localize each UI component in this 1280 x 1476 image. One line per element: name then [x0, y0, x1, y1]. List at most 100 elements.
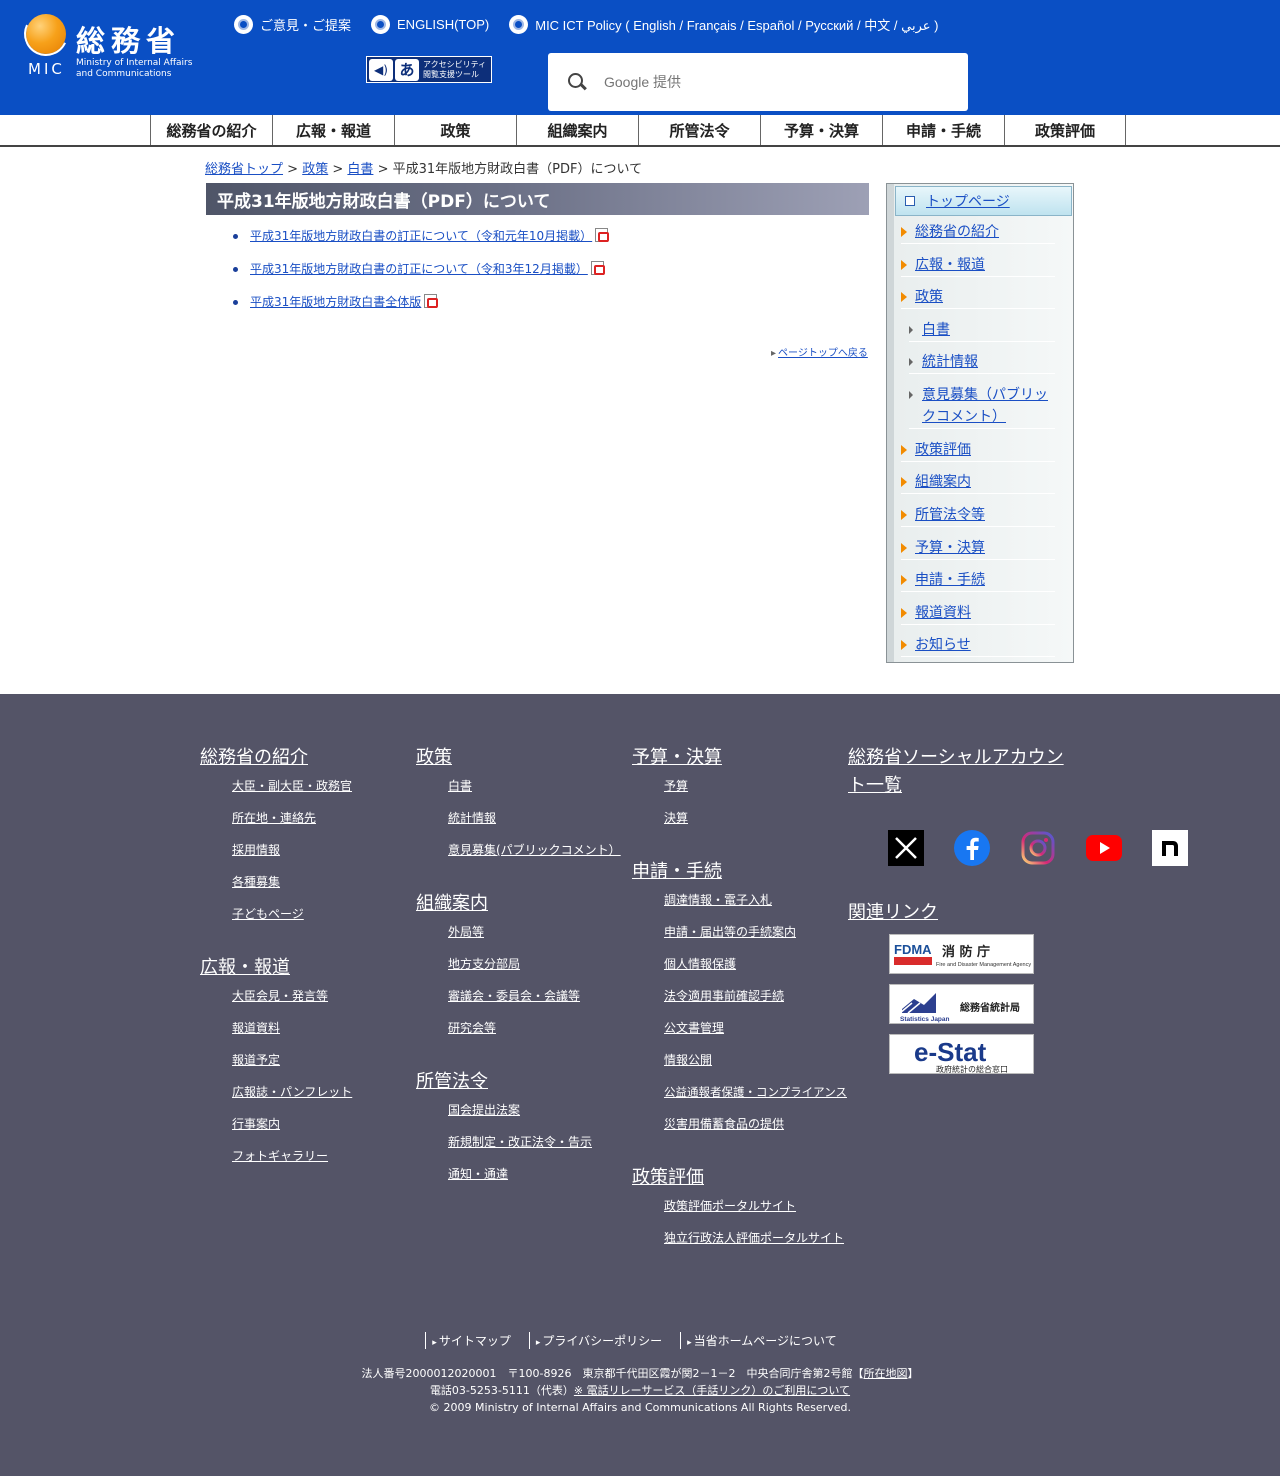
doc-link-correction-r1[interactable]: 平成31年版地方財政白書の訂正について（令和元年10月掲載）	[250, 229, 592, 243]
mic-logo[interactable]: 総務省 MIC Ministry of Internal Affairs and …	[17, 5, 216, 82]
speaker-icon: ◀)	[369, 58, 393, 81]
list-item: 平成31年版地方財政白書の訂正について（令和3年12月掲載）	[233, 261, 608, 277]
arrow-right-icon	[901, 477, 907, 487]
sitemap-link[interactable]: サイトマップ	[425, 1332, 529, 1349]
footer-link[interactable]: 予算	[664, 778, 846, 794]
copyright: © 2009 Ministry of Internal Affairs and …	[429, 1401, 851, 1414]
top-link-english[interactable]: ENGLISH(TOP)	[371, 14, 489, 34]
global-nav: 総務省の紹介 広報・報道 政策 組織案内 所管法令 予算・決算 申請・手続 政策…	[0, 115, 1280, 147]
footer-head-applications[interactable]: 申請・手続	[632, 858, 846, 886]
footer-head-press[interactable]: 広報・報道	[200, 954, 400, 982]
footer-link[interactable]: 公文書管理	[664, 1020, 846, 1036]
youtube-icon[interactable]	[1086, 830, 1122, 866]
footer-link[interactable]: 通知・通達	[448, 1166, 626, 1182]
page-top-link[interactable]: ページトップへ戻る	[771, 344, 868, 359]
footer-link[interactable]: 統計情報	[448, 810, 626, 826]
radio-bullet-icon	[509, 14, 529, 34]
logo-abbr: MIC	[28, 60, 65, 78]
about-site-link[interactable]: 当省ホームページについて	[680, 1332, 855, 1349]
note-icon[interactable]	[1152, 830, 1188, 866]
footer-col-budget: 予算・決算 予算 決算 申請・手続 調達情報・電子入札 申請・届出等の手続案内 …	[632, 744, 847, 1262]
footer-head-social[interactable]: 総務省ソーシャルアカウント一覧	[848, 744, 1078, 800]
x-icon[interactable]	[888, 830, 924, 866]
footer-link[interactable]: 大臣会見・発言等	[232, 988, 400, 1004]
gnav-about[interactable]: 総務省の紹介	[150, 115, 272, 145]
arrow-right-icon	[901, 543, 907, 553]
footer-head-about[interactable]: 総務省の紹介	[200, 744, 400, 772]
footer-link[interactable]: 行事案内	[232, 1116, 400, 1132]
footer-link[interactable]: 調達情報・電子入札	[664, 892, 846, 908]
svg-text:e-Stat: e-Stat	[914, 1037, 987, 1067]
footer-head-related[interactable]: 関連リンク	[848, 899, 938, 927]
top-link-opinion[interactable]: ご意見・ご提案	[234, 14, 351, 34]
footer-head-evaluation[interactable]: 政策評価	[632, 1164, 846, 1192]
svg-text:Fire and Disaster Management A: Fire and Disaster Management Agency	[936, 962, 1031, 968]
banner-statistics-bureau[interactable]: Statistics Japan 総務省統計局	[889, 984, 1034, 1024]
doc-link-correction-r3[interactable]: 平成31年版地方財政白書の訂正について（令和3年12月掲載）	[250, 262, 588, 276]
banner-fdma[interactable]: FDMA 消 防 庁 Fire and Disaster Management …	[889, 934, 1034, 974]
breadcrumb-policy[interactable]: 政策	[302, 162, 328, 177]
banner-estat[interactable]: e-Stat 政府統計の総合窓口	[889, 1034, 1034, 1074]
footer-link[interactable]: フォトギャラリー	[232, 1148, 400, 1164]
footer-link[interactable]: 意見募集(パブリックコメント）	[448, 842, 626, 858]
privacy-policy-link[interactable]: プライバシーポリシー	[528, 1332, 680, 1349]
footer-link[interactable]: 白書	[448, 778, 626, 794]
footer-link[interactable]: 決算	[664, 810, 846, 826]
doc-link-full-version[interactable]: 平成31年版地方財政白書全体版	[250, 295, 421, 309]
accessibility-tool-button[interactable]: ◀) あ アクセシビリティ 閲覧支援ツール	[366, 56, 492, 83]
sidenav-top-link[interactable]: トップページ	[926, 191, 1010, 211]
footer-bottom: サイトマップ プライバシーポリシー 当省ホームページについて 法人番号20000…	[0, 1332, 1280, 1416]
sidenav-item-budget: 予算・決算	[901, 537, 1055, 560]
footer-link[interactable]: 新規制定・改正法令・告示	[448, 1134, 626, 1150]
list-item: 平成31年版地方財政白書全体版	[233, 294, 608, 310]
footer-head-organization[interactable]: 組織案内	[416, 890, 626, 918]
footer-link[interactable]: 個人情報保護	[664, 956, 846, 972]
footer-link[interactable]: 子どもページ	[232, 906, 400, 922]
gnav-applications[interactable]: 申請・手続	[882, 115, 1004, 145]
footer-link[interactable]: 情報公開	[664, 1052, 846, 1068]
gnav-policy[interactable]: 政策	[394, 115, 516, 145]
footer-link[interactable]: 法令適用事前確認手続	[664, 988, 846, 1004]
search-icon[interactable]	[566, 71, 588, 93]
top-links: ご意見・ご提案 ENGLISH(TOP) MIC ICT Policy ( En…	[234, 14, 958, 34]
radio-bullet-icon	[234, 14, 253, 34]
map-link[interactable]: 所在地図	[863, 1367, 907, 1380]
footer-link[interactable]: 独立行政法人評価ポータルサイト	[664, 1230, 846, 1246]
footer-head-budget[interactable]: 予算・決算	[632, 744, 846, 772]
gnav-organization[interactable]: 組織案内	[516, 115, 638, 145]
footer-link[interactable]: 外局等	[448, 924, 626, 940]
footer-link[interactable]: 大臣・副大臣・政務官	[232, 778, 400, 794]
footer-link[interactable]: 各種募集	[232, 874, 400, 890]
site-footer: 総務省の紹介 大臣・副大臣・政務官 所在地・連絡先 採用情報 各種募集 子どもペ…	[0, 694, 1280, 1476]
footer-link[interactable]: 所在地・連絡先	[232, 810, 400, 826]
footer-link[interactable]: 地方支分部局	[448, 956, 626, 972]
svg-text:消 防 庁: 消 防 庁	[942, 944, 990, 960]
footer-link[interactable]: 公益通報者保護・コンプライアンス	[664, 1084, 847, 1100]
footer-link[interactable]: 審議会・委員会・会議等	[448, 988, 626, 1004]
facebook-icon[interactable]	[954, 830, 990, 866]
footer-link[interactable]: 災害用備蓄食品の提供	[664, 1116, 846, 1132]
site-header: 総務省 MIC Ministry of Internal Affairs and …	[0, 0, 1280, 115]
footer-head-laws[interactable]: 所管法令	[416, 1068, 626, 1096]
gnav-budget[interactable]: 予算・決算	[760, 115, 882, 145]
footer-head-policy[interactable]: 政策	[416, 744, 626, 772]
instagram-icon[interactable]	[1020, 830, 1056, 866]
footer-link[interactable]: 申請・届出等の手続案内	[664, 924, 846, 940]
top-link-ict-policy[interactable]: MIC ICT Policy ( English / Français / Es…	[509, 14, 938, 34]
relay-service-link[interactable]: ※ 電話リレーサービス（手話リンク）のご利用について	[574, 1384, 850, 1397]
search-input[interactable]	[604, 74, 968, 90]
footer-link[interactable]: 政策評価ポータルサイト	[664, 1198, 846, 1214]
breadcrumb-home[interactable]: 総務省トップ	[205, 162, 283, 177]
footer-link[interactable]: 研究会等	[448, 1020, 626, 1036]
arrow-right-icon	[901, 608, 907, 618]
footer-link[interactable]: 採用情報	[232, 842, 400, 858]
svg-text:政府統計の総合窓口: 政府統計の総合窓口	[936, 1064, 1008, 1074]
breadcrumb-whitepaper[interactable]: 白書	[347, 162, 373, 177]
gnav-laws[interactable]: 所管法令	[638, 115, 760, 145]
gnav-evaluation[interactable]: 政策評価	[1004, 115, 1126, 145]
footer-link[interactable]: 報道資料	[232, 1020, 400, 1036]
footer-link[interactable]: 報道予定	[232, 1052, 400, 1068]
footer-link[interactable]: 広報誌・パンフレット	[232, 1084, 400, 1100]
footer-link[interactable]: 国会提出法案	[448, 1102, 626, 1118]
gnav-press[interactable]: 広報・報道	[272, 115, 394, 145]
